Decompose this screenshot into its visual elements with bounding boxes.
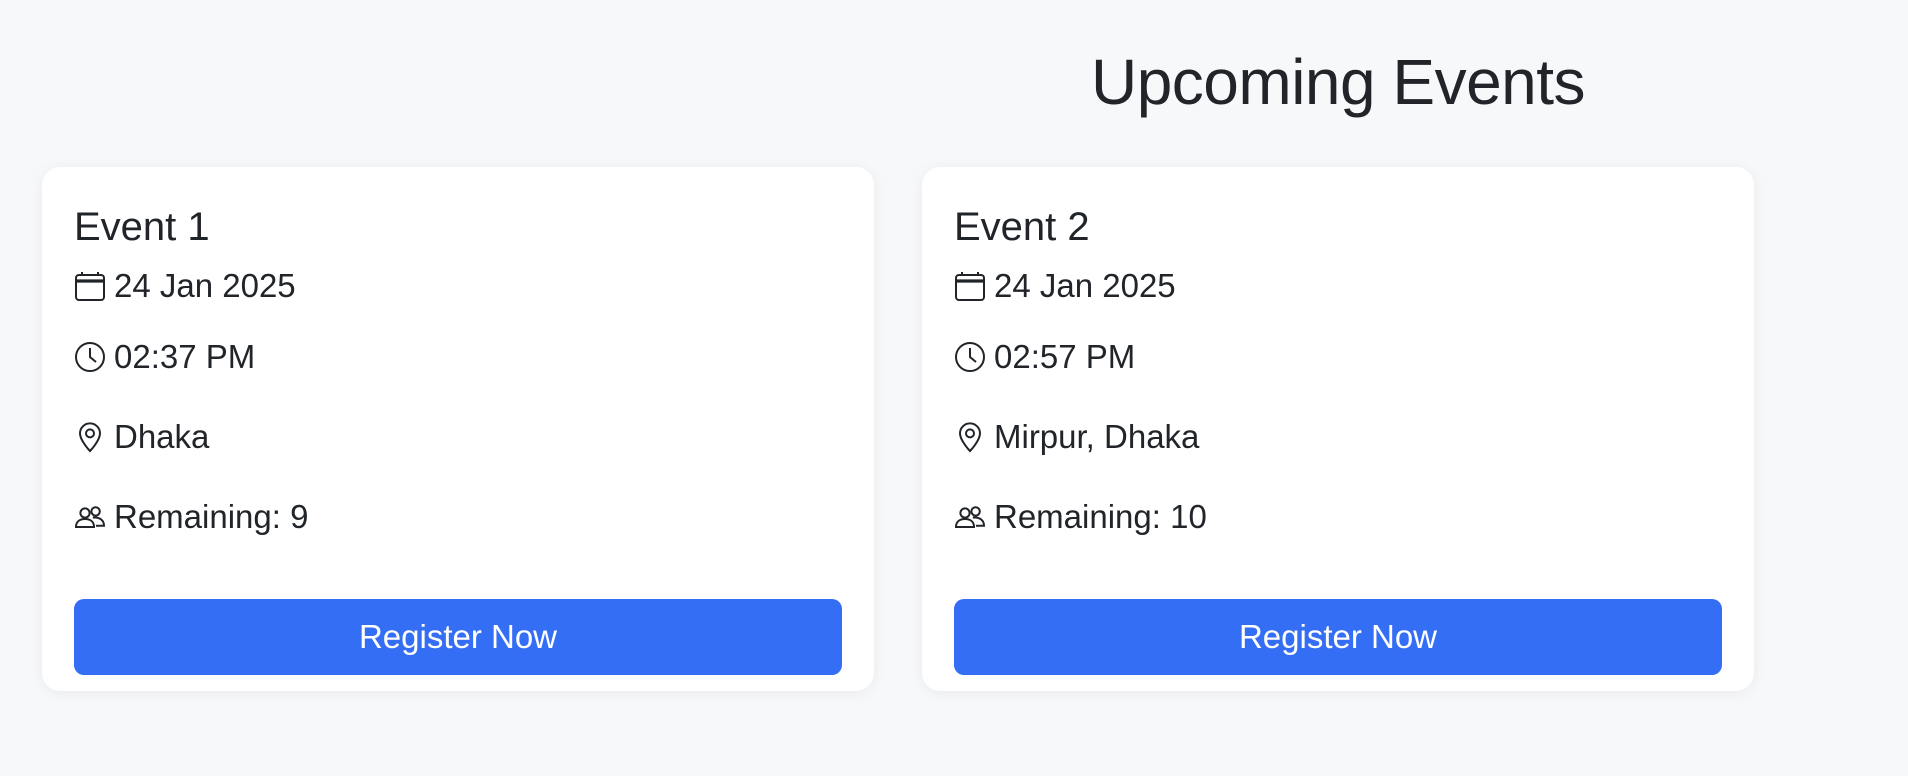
- event-date: 24 Jan 2025: [114, 267, 296, 304]
- event-location-row: Dhaka: [74, 397, 842, 477]
- event-date: 24 Jan 2025: [994, 267, 1176, 304]
- event-time-row: 02:57 PM: [954, 317, 1722, 397]
- map-pin-icon: [954, 421, 986, 453]
- event-date-row: 24 Jan 2025: [954, 255, 1722, 317]
- event-time: 02:57 PM: [994, 338, 1136, 375]
- clock-icon: [74, 341, 106, 373]
- calendar-icon: [74, 270, 106, 302]
- event-list: Event 1 24 Jan 2025 02:37 PM Dhaka Remai…: [42, 167, 1754, 691]
- event-card: Event 2 24 Jan 2025 02:57 PM Mirpur, Dha…: [922, 167, 1754, 691]
- event-title: Event 2: [954, 205, 1090, 249]
- event-location: Mirpur, Dhaka: [994, 418, 1200, 455]
- register-button[interactable]: Register Now: [74, 599, 842, 675]
- register-button[interactable]: Register Now: [954, 599, 1722, 675]
- event-remaining: Remaining: 10: [994, 498, 1207, 535]
- event-time-row: 02:37 PM: [74, 317, 842, 397]
- event-remaining: Remaining: 9: [114, 498, 309, 535]
- event-date-row: 24 Jan 2025: [74, 255, 842, 317]
- map-pin-icon: [74, 421, 106, 453]
- event-title: Event 1: [74, 205, 210, 249]
- clock-icon: [954, 341, 986, 373]
- calendar-icon: [954, 270, 986, 302]
- event-location: Dhaka: [114, 418, 210, 455]
- event-card: Event 1 24 Jan 2025 02:37 PM Dhaka Remai…: [42, 167, 874, 691]
- people-icon: [74, 501, 106, 533]
- page-title: Upcoming Events: [1090, 46, 1586, 118]
- event-time: 02:37 PM: [114, 338, 256, 375]
- people-icon: [954, 501, 986, 533]
- event-remaining-row: Remaining: 10: [954, 477, 1722, 557]
- event-remaining-row: Remaining: 9: [74, 477, 842, 557]
- event-location-row: Mirpur, Dhaka: [954, 397, 1722, 477]
